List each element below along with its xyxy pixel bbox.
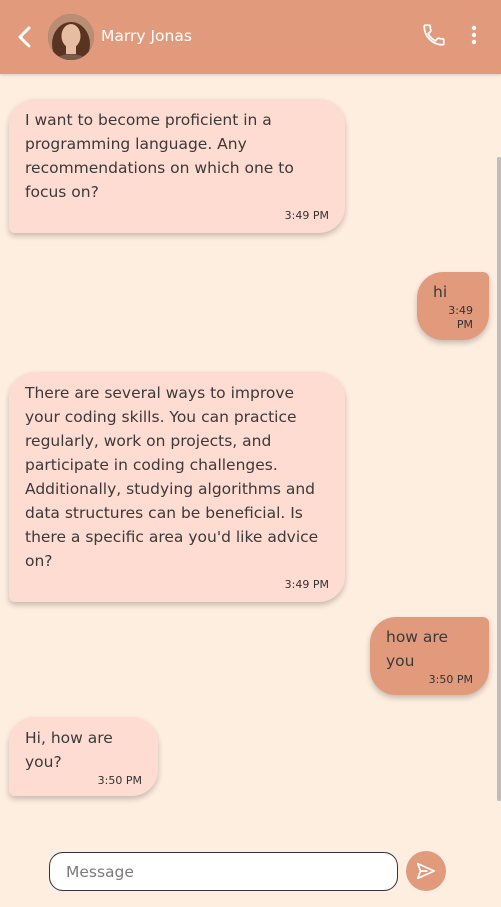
message-text: There are several ways to improve your c… xyxy=(25,384,319,570)
scrollbar-thumb[interactable] xyxy=(497,157,501,801)
message-bubble-outgoing: hi 3:49 PM xyxy=(417,272,489,340)
avatar-image xyxy=(48,14,94,60)
back-arrow-icon xyxy=(18,26,31,48)
message-text: how are you xyxy=(386,628,448,670)
message-text: Hi, how are you? xyxy=(25,729,113,771)
contact-name[interactable]: Marry Jonas xyxy=(101,27,192,45)
chat-header: Marry Jonas xyxy=(0,0,501,74)
message-input[interactable] xyxy=(49,852,398,891)
message-time: 3:50 PM xyxy=(97,774,142,787)
message-time: 3:50 PM xyxy=(428,673,473,686)
message-bubble-incoming: Hi, how are you? 3:50 PM xyxy=(9,717,158,796)
message-time: 3:49 PM xyxy=(448,304,473,331)
message-bubble-outgoing: how are you 3:50 PM xyxy=(370,617,489,695)
more-options-button[interactable] xyxy=(465,22,483,48)
message-bubble-incoming: I want to become proficient in a program… xyxy=(9,99,345,233)
message-time: 3:49 PM xyxy=(284,209,329,222)
call-button[interactable] xyxy=(421,22,447,48)
message-text: hi xyxy=(433,283,448,301)
message-text: I want to become proficient in a program… xyxy=(25,111,294,201)
back-button[interactable] xyxy=(12,22,36,52)
message-bubble-incoming: There are several ways to improve your c… xyxy=(9,372,345,602)
message-time: 3:49 PM xyxy=(284,578,329,591)
message-list[interactable]: I want to become proficient in a program… xyxy=(0,74,501,834)
more-vertical-icon xyxy=(471,25,477,45)
send-button[interactable] xyxy=(406,851,446,891)
send-icon xyxy=(416,862,436,880)
contact-avatar[interactable] xyxy=(48,14,94,60)
phone-icon xyxy=(423,24,445,46)
